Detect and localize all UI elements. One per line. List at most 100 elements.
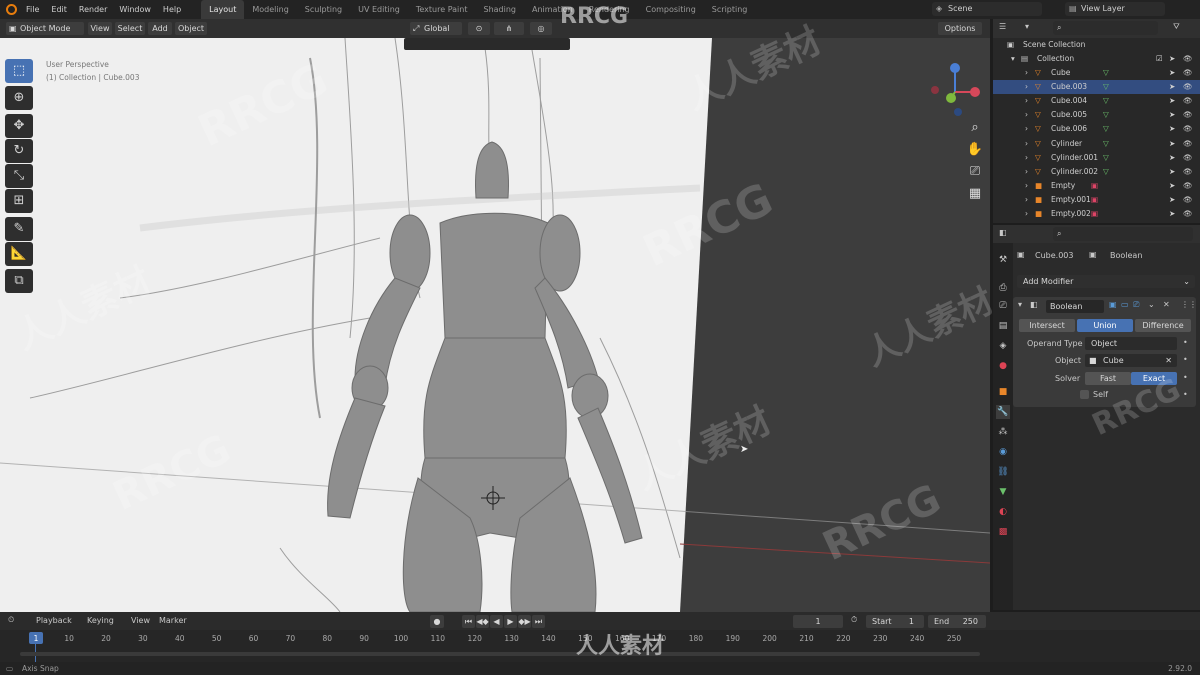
eye-icon[interactable]: 👁 [1183,94,1193,108]
view-layer-tab-icon[interactable]: ▤ [996,319,1010,333]
expand-icon[interactable]: › [1025,165,1028,179]
render-toggle-icon[interactable]: ⎚ [1133,300,1139,310]
data-tab-icon[interactable]: ▼ [996,485,1010,499]
menu-render[interactable]: Render [73,5,113,14]
outliner-row[interactable]: › ▽ Cube.006 ▽ ➤ 👁 [993,122,1200,136]
tab-modeling[interactable]: Modeling [244,0,296,19]
measure-tool-icon[interactable]: 📐 [5,242,33,266]
eye-icon[interactable]: 👁 [1183,122,1193,136]
grid-ortho-icon[interactable]: ▦ [965,184,985,204]
solver-fast-button[interactable]: Fast [1085,372,1131,385]
filter-icon[interactable]: ⛛ [1173,22,1180,32]
outliner-row[interactable]: › ▽ Cube ▽ ➤ 👁 [993,66,1200,80]
select-arrow-icon[interactable]: ➤ [1169,165,1175,179]
outliner-row[interactable]: › ▽ Cylinder.002 ▽ ➤ 👁 [993,165,1200,179]
eye-icon[interactable]: 👁 [1183,165,1193,179]
collection-row[interactable]: ▾ ▤ Collection ☑ ➤ 👁 [993,52,1200,66]
camera-icon[interactable]: ⎚ [965,162,985,182]
edit-mode-toggle-icon[interactable]: ▣ [1109,300,1117,309]
menu-help[interactable]: Help [157,5,187,14]
properties-search[interactable]: ⌕ [1053,227,1193,241]
display-mode-icon[interactable]: ▾ [1025,22,1029,31]
outliner-row[interactable]: › ▽ Cylinder.001 ▽ ➤ 👁 [993,151,1200,165]
expand-icon[interactable]: › [1025,80,1028,94]
eye-icon[interactable]: 👁 [1183,52,1193,66]
operand-type-dropdown[interactable]: Object [1085,337,1177,350]
expand-icon[interactable]: › [1025,207,1028,221]
close-icon[interactable]: ✕ [1163,300,1170,309]
outliner-search[interactable]: ⌕ [1053,21,1158,35]
tab-scripting[interactable]: Scripting [704,0,756,19]
drag-handle-icon[interactable]: ⋮⋮ [1181,300,1197,309]
tab-sculpting[interactable]: Sculpting [297,0,350,19]
blender-logo-icon[interactable] [6,4,17,15]
material-tab-icon[interactable]: ◐ [996,505,1010,519]
object-field[interactable]: ■ Cube ✕ [1085,354,1177,367]
expand-icon[interactable]: › [1025,108,1028,122]
outliner-row[interactable]: › ■ Empty ▣ ➤ 👁 [993,179,1200,193]
self-checkbox[interactable] [1080,390,1089,399]
outliner-row[interactable]: › ▽ Cube.005 ▽ ➤ 👁 [993,108,1200,122]
pivot-dropdown[interactable]: ⊙ [468,22,490,35]
viewport-shading-strip[interactable] [404,38,570,50]
select-arrow-icon[interactable]: ➤ [1169,80,1175,94]
op-union-button[interactable]: Union [1077,319,1133,332]
collapse-arrow-icon[interactable]: ▾ [1018,300,1022,309]
texture-tab-icon[interactable]: ▩ [996,525,1010,539]
menu-edit[interactable]: Edit [45,5,73,14]
outliner-row[interactable]: › ■ Empty.001 ▣ ➤ 👁 [993,193,1200,207]
pan-hand-icon[interactable]: ✋ [965,140,985,160]
eye-icon[interactable]: 👁 [1183,151,1193,165]
op-difference-button[interactable]: Difference [1135,319,1191,332]
mode-dropdown[interactable]: ▣ Object Mode [6,22,84,35]
rotate-tool-icon[interactable]: ↻ [5,139,33,163]
select-arrow-icon[interactable]: ➤ [1169,94,1175,108]
expand-icon[interactable]: › [1025,179,1028,193]
outliner-editor-icon[interactable]: ☰ [999,22,1006,31]
tab-animation[interactable]: Animation [524,0,581,19]
physics-tab-icon[interactable]: ◉ [996,445,1010,459]
select-arrow-icon[interactable]: ➤ [1169,193,1175,207]
select-arrow-icon[interactable]: ➤ [1169,52,1175,66]
move-tool-icon[interactable]: ✥ [5,114,33,138]
outliner-row[interactable]: › ▽ Cube.004 ▽ ➤ 👁 [993,94,1200,108]
outliner-row[interactable]: › ▽ Cylinder ▽ ➤ 👁 [993,137,1200,151]
tab-rendering[interactable]: Rendering [581,0,638,19]
view-menu[interactable]: View [88,22,112,35]
tool-tab-icon[interactable]: ⚒ [996,253,1010,267]
expand-icon[interactable]: › [1025,137,1028,151]
properties-editor-icon[interactable]: ◧ [999,228,1007,237]
scene-collection-row[interactable]: ▣ Scene Collection [993,38,1200,52]
select-menu[interactable]: Select [115,22,145,35]
scene-tab-icon[interactable]: ◈ [996,339,1010,353]
select-arrow-icon[interactable]: ➤ [1169,179,1175,193]
select-arrow-icon[interactable]: ➤ [1169,137,1175,151]
orientation-dropdown[interactable]: ⤢ Global [410,22,462,35]
viewport-toggle-icon[interactable]: ▭ [1121,300,1129,309]
select-arrow-icon[interactable]: ➤ [1169,66,1175,80]
render-tab-icon[interactable]: ⎙ [996,281,1010,295]
eye-icon[interactable]: 👁 [1183,193,1193,207]
tab-layout[interactable]: Layout [201,0,245,19]
expand-icon[interactable]: › [1025,94,1028,108]
select-arrow-icon[interactable]: ➤ [1169,151,1175,165]
add-menu[interactable]: Add [148,22,172,35]
select-arrow-icon[interactable]: ➤ [1169,207,1175,221]
dropdown-chevron-icon[interactable]: ⌄ [1148,300,1155,309]
menu-file[interactable]: File [20,5,45,14]
cursor-tool-icon[interactable]: ⊕ [5,86,33,110]
navigation-gizmo[interactable] [925,60,985,120]
clear-icon[interactable]: ✕ [1165,354,1172,367]
eye-icon[interactable]: 👁 [1183,137,1193,151]
eye-icon[interactable]: 👁 [1183,207,1193,221]
menu-window[interactable]: Window [113,5,157,14]
tab-compositing[interactable]: Compositing [638,0,704,19]
object-tab-icon[interactable]: ■ [996,385,1010,399]
outliner-row[interactable]: › ■ Empty.002 ▣ ➤ 👁 [993,207,1200,221]
modifier-tab-icon[interactable]: 🔧 [996,405,1010,419]
expand-icon[interactable]: › [1025,193,1028,207]
transform-tool-icon[interactable]: ⊞ [5,189,33,213]
expand-icon[interactable]: › [1025,66,1028,80]
tab-shading[interactable]: Shading [475,0,524,19]
eye-icon[interactable]: 👁 [1183,66,1193,80]
